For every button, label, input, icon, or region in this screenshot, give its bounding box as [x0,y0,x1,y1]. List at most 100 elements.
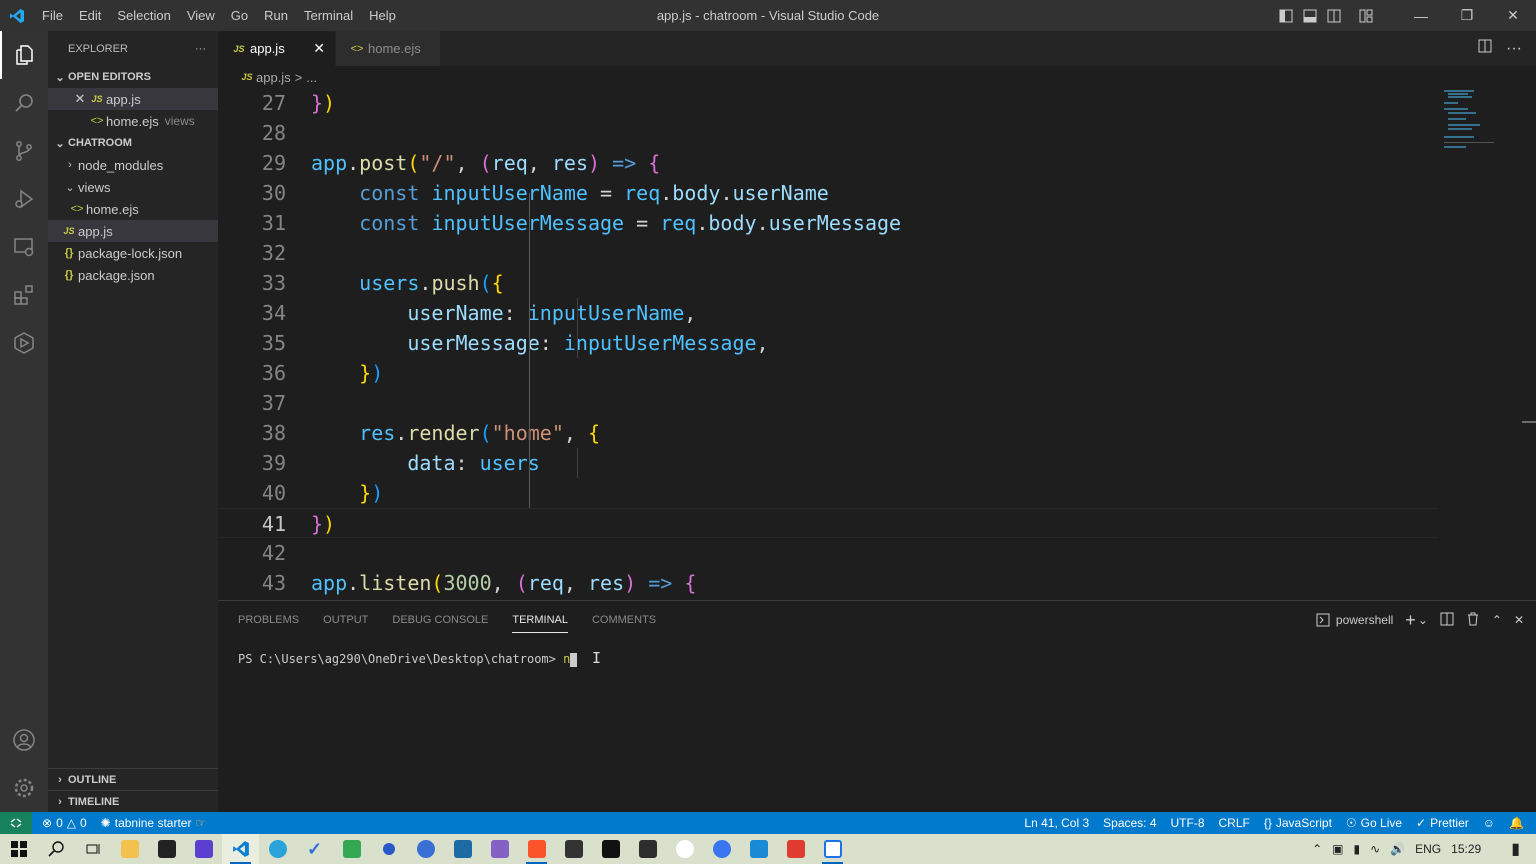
meet-icon[interactable] [333,834,370,864]
meet-now-icon[interactable]: ▣ [1332,842,1343,856]
code-line[interactable]: 27}) [218,88,1438,118]
code-line[interactable]: 41}) [218,508,1438,538]
chevron-down-icon[interactable]: ⌄ [1418,613,1428,627]
todo-icon[interactable]: ✓ [296,834,333,864]
code-line[interactable]: 39 data: users [218,448,1438,478]
tab-problems[interactable]: PROBLEMS [238,601,299,639]
visual-studio-icon[interactable] [481,834,518,864]
prettier-status[interactable]: ✓ Prettier [1409,816,1476,830]
code-editor[interactable]: 27}) 28 29 app.post("/", (req, res) => {30 … [218,88,1536,600]
scrollbar[interactable] [1522,421,1536,423]
source-control-icon[interactable] [0,127,48,175]
encoding[interactable]: UTF-8 [1164,816,1212,830]
tab-comments[interactable]: COMMENTS [592,601,656,639]
tree-item-app-js[interactable]: JS app.js [48,220,218,242]
toggle-panel-icon[interactable] [1298,0,1322,31]
tabnine-status[interactable]: ✺ tabnine starter ☞ [94,816,214,830]
split-terminal-icon[interactable] [1440,612,1454,629]
toggle-secondary-sidebar-icon[interactable] [1322,0,1346,31]
open-editors-section[interactable]: ⌄ OPEN EDITORS [48,66,218,88]
cursor-position[interactable]: Ln 41, Col 3 [1017,816,1096,830]
vscode-icon[interactable] [222,834,259,864]
code-line[interactable]: 40 }) [218,478,1438,508]
code-line[interactable]: 32 [218,238,1438,268]
remote-indicator-icon[interactable] [0,812,32,834]
toggle-primary-sidebar-icon[interactable] [1274,0,1298,31]
tab-debug-console[interactable]: DEBUG CONSOLE [392,601,488,639]
maximize-panel-chevron-up-icon[interactable]: ⌃ [1492,613,1502,627]
search-icon[interactable] [0,79,48,127]
split-editor-icon[interactable] [1478,39,1492,58]
app4-icon[interactable] [444,834,481,864]
app6-icon[interactable] [740,834,777,864]
menu-run[interactable]: Run [256,0,296,31]
code-line[interactable]: 29 app.post("/", (req, res) => { [218,148,1438,178]
indentation[interactable]: Spaces: 4 [1096,816,1163,830]
open-editor-home-ejs[interactable]: <> home.ejs views [48,110,218,132]
app3-icon[interactable] [407,834,444,864]
end-of-line[interactable]: CRLF [1212,816,1257,830]
menu-help[interactable]: Help [361,0,404,31]
accounts-icon[interactable] [0,716,48,764]
menu-selection[interactable]: Selection [109,0,178,31]
new-terminal-icon[interactable]: + [1405,610,1416,631]
close-window-button[interactable]: ✕ [1490,0,1536,31]
brave-icon[interactable] [518,834,555,864]
explorer-icon[interactable] [0,31,48,79]
app7-icon[interactable] [814,834,851,864]
terminal-icon[interactable] [555,834,592,864]
kill-terminal-trash-icon[interactable] [1466,612,1480,629]
intellij-icon[interactable] [592,834,629,864]
tree-item-home-ejs[interactable]: <> home.ejs [48,198,218,220]
signal-icon[interactable] [703,834,740,864]
open-editor-app-js[interactable]: ✕ JS app.js [48,88,218,110]
code-line[interactable]: 30 const inputUserName = req.body.userNa… [218,178,1438,208]
menu-file[interactable]: File [34,0,71,31]
task-view-icon[interactable] [74,834,111,864]
tab-output[interactable]: OUTPUT [323,601,368,639]
code-line[interactable]: 42 [218,538,1438,568]
notification-center-icon[interactable]: ▮ [1511,839,1520,859]
wifi-icon[interactable]: ∿ [1370,842,1380,856]
close-tab-icon[interactable]: ✕ [313,40,325,57]
menu-go[interactable]: Go [223,0,256,31]
minimize-button[interactable]: — [1398,0,1444,31]
telegram-icon[interactable] [259,834,296,864]
chatroom-folder-section[interactable]: ⌄ CHATROOM [48,132,218,154]
app-icon[interactable] [185,834,222,864]
more-actions-icon[interactable]: ··· [195,43,206,55]
menu-terminal[interactable]: Terminal [296,0,361,31]
windows-start-icon[interactable] [0,834,37,864]
tab-app-js[interactable]: JS app.js ✕ [218,31,336,66]
app5-icon[interactable] [629,834,666,864]
tree-item-package-lock-json[interactable]: {} package-lock.json [48,242,218,264]
terminal-selector[interactable]: powershell [1316,613,1393,627]
remote-explorer-icon[interactable] [0,223,48,271]
go-live-button[interactable]: ☉ Go Live [1339,816,1409,830]
customize-layout-icon[interactable] [1354,0,1378,31]
code-line[interactable]: 43 app.listen(3000, (req, res) => { [218,568,1438,598]
testing-icon[interactable] [0,319,48,367]
language-mode[interactable]: {} JavaScript [1257,816,1339,830]
code-line[interactable]: 36 }) [218,358,1438,388]
tree-item-package-json[interactable]: {} package.json [48,264,218,286]
tree-item-views[interactable]: ⌄ views [48,176,218,198]
code-line[interactable]: 34 userName: inputUserName, [218,298,1438,328]
code-line[interactable]: 33 users.push({ [218,268,1438,298]
microsoft-store-icon[interactable] [148,834,185,864]
extensions-icon[interactable] [0,271,48,319]
volume-icon[interactable]: 🔊 [1390,842,1405,856]
run-debug-icon[interactable] [0,175,48,223]
code-line[interactable]: 38 res.render("home", { [218,418,1438,448]
breadcrumb-file[interactable]: app.js [256,70,291,85]
menu-view[interactable]: View [179,0,223,31]
menu-edit[interactable]: Edit [71,0,109,31]
feedback-icon[interactable]: ☺ [1476,816,1502,830]
code-line[interactable]: 28 [218,118,1438,148]
timeline-section[interactable]: › TIMELINE [48,790,218,812]
battery-icon[interactable]: ▮ [1354,842,1361,856]
outline-section[interactable]: › OUTLINE [48,768,218,790]
tab-terminal[interactable]: TERMINAL [512,601,568,639]
notifications-bell-icon[interactable]: 🔔 [1502,816,1536,830]
problems-status[interactable]: ⊗ 0 △ 0 [32,816,94,830]
